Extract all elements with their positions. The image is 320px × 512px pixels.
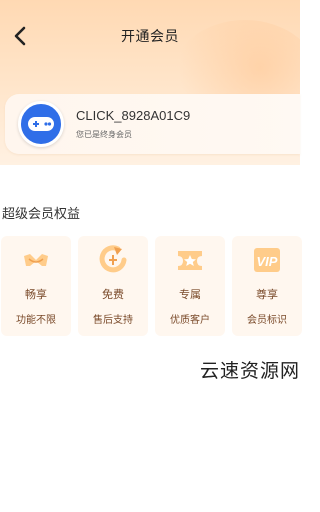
benefit-title: 专属: [179, 288, 201, 301]
benefit-title: 免费: [102, 288, 124, 301]
benefit-desc: 优质客户: [170, 315, 210, 326]
infinity-icon: [20, 244, 52, 276]
benefit-card-unlimited[interactable]: 畅享 功能不限: [1, 236, 71, 336]
watermark-text: 云速资源网: [200, 360, 301, 382]
user-info: CLICK_8928A01C9 您已是终身会员: [76, 108, 190, 140]
benefit-desc: 售后支持: [93, 315, 133, 326]
benefit-desc: 会员标识: [247, 315, 287, 326]
back-button[interactable]: [6, 22, 34, 50]
benefits-section-title: 超级会员权益: [2, 207, 81, 222]
benefit-desc: 功能不限: [16, 315, 56, 326]
benefit-card-support[interactable]: 免费 售后支持: [78, 236, 148, 336]
benefit-title: 畅享: [25, 288, 47, 301]
member-status: 您已是终身会员: [76, 130, 132, 139]
refresh-icon: [97, 244, 129, 276]
vip-icon: VIP: [251, 244, 283, 276]
benefit-card-exclusive[interactable]: 专属 优质客户: [155, 236, 225, 336]
member-card: CLICK_8928A01C9 您已是终身会员: [5, 94, 300, 154]
svg-text:VIP: VIP: [257, 254, 278, 269]
gamepad-icon: [28, 117, 54, 131]
avatar[interactable]: [18, 101, 64, 147]
benefit-card-vip[interactable]: VIP 尊享 会员标识: [232, 236, 302, 336]
benefits-grid: 畅享 功能不限 免费 售后支持 专属 优质客户 VIP 尊享 会员标识: [0, 236, 302, 336]
benefit-title: 尊享: [256, 288, 278, 301]
nav-bar: 开通会员: [0, 18, 300, 54]
username: CLICK_8928A01C9: [76, 108, 191, 123]
chevron-left-icon: [14, 26, 26, 46]
page-title: 开通会员: [121, 29, 179, 45]
star-badge-icon: [174, 244, 206, 276]
